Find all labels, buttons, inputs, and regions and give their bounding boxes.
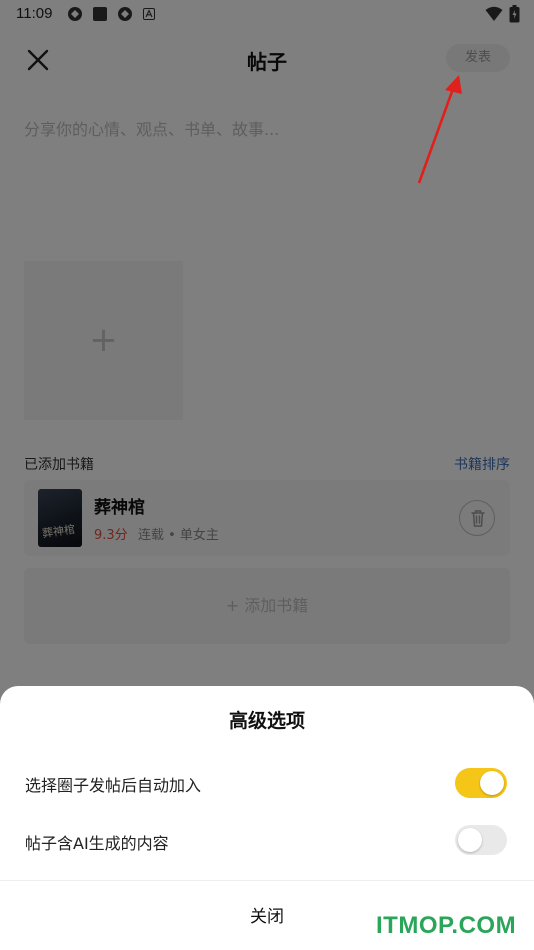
watermark: ITMOP.COM	[376, 912, 517, 939]
ai-content-toggle[interactable]	[455, 825, 507, 855]
sheet-title: 高级选项	[228, 710, 305, 732]
auto-join-toggle[interactable]	[455, 768, 507, 798]
toggle-knob	[458, 828, 482, 852]
advanced-options-sheet: 高级选项 选择圈子发帖后自动加入 帖子含AI生成的内容 关闭	[0, 686, 534, 950]
option-auto-join-label: 选择圈子发帖后自动加入	[25, 776, 202, 795]
option-ai-content-label: 帖子含AI生成的内容	[25, 834, 169, 853]
toggle-knob	[480, 771, 504, 795]
divider	[0, 880, 534, 881]
